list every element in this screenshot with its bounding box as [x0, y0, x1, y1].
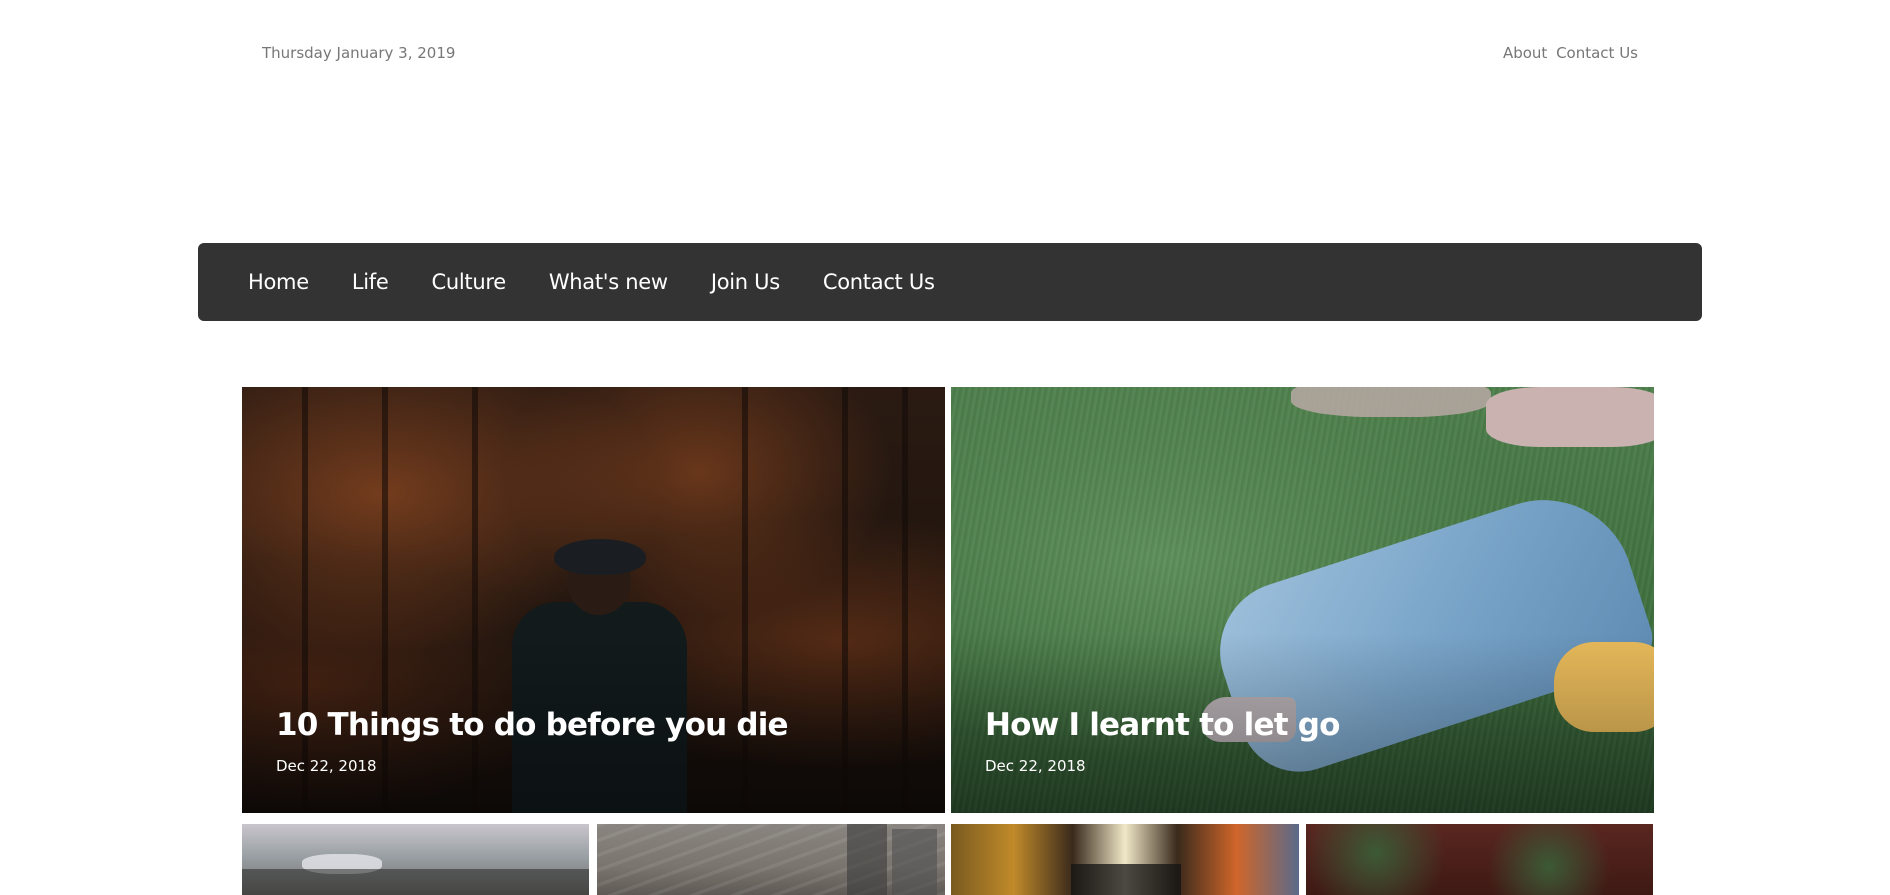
post-thumbnail-graffiti[interactable]	[951, 824, 1299, 895]
person-hat	[554, 539, 646, 575]
nav-item-culture[interactable]: Culture	[431, 270, 506, 294]
nav-item-whats-new[interactable]: What's new	[549, 270, 668, 294]
featured-post-title[interactable]: How I learnt to let go	[985, 707, 1340, 743]
post-thumbnail-ivy[interactable]	[1306, 824, 1653, 895]
about-link[interactable]: About	[1503, 44, 1547, 62]
stone	[1486, 387, 1654, 447]
nav-item-join-us[interactable]: Join Us	[711, 270, 780, 294]
featured-post-card[interactable]: 10 Things to do before you die Dec 22, 2…	[242, 387, 945, 813]
post-thumbnail-city[interactable]	[242, 824, 589, 895]
nav-item-home[interactable]: Home	[248, 270, 309, 294]
city-skyline	[242, 869, 589, 895]
tunnel	[1071, 864, 1181, 895]
featured-post-date: Dec 22, 2018	[276, 757, 377, 775]
stone	[1291, 387, 1491, 417]
featured-post-card[interactable]: How I learnt to let go Dec 22, 2018	[951, 387, 1654, 813]
post-thumbnail-railway[interactable]	[597, 824, 945, 895]
tower	[847, 824, 887, 895]
topbar-date: Thursday January 3, 2019	[262, 44, 456, 62]
tower	[892, 829, 937, 895]
contact-us-link[interactable]: Contact Us	[1556, 44, 1638, 62]
featured-post-date: Dec 22, 2018	[985, 757, 1086, 775]
nav-item-contact-us[interactable]: Contact Us	[823, 270, 935, 294]
topbar-links: About Contact Us	[1499, 44, 1638, 62]
featured-post-title[interactable]: 10 Things to do before you die	[276, 707, 789, 743]
nav-item-life[interactable]: Life	[352, 270, 389, 294]
main-navbar: Home Life Culture What's new Join Us Con…	[198, 243, 1702, 321]
